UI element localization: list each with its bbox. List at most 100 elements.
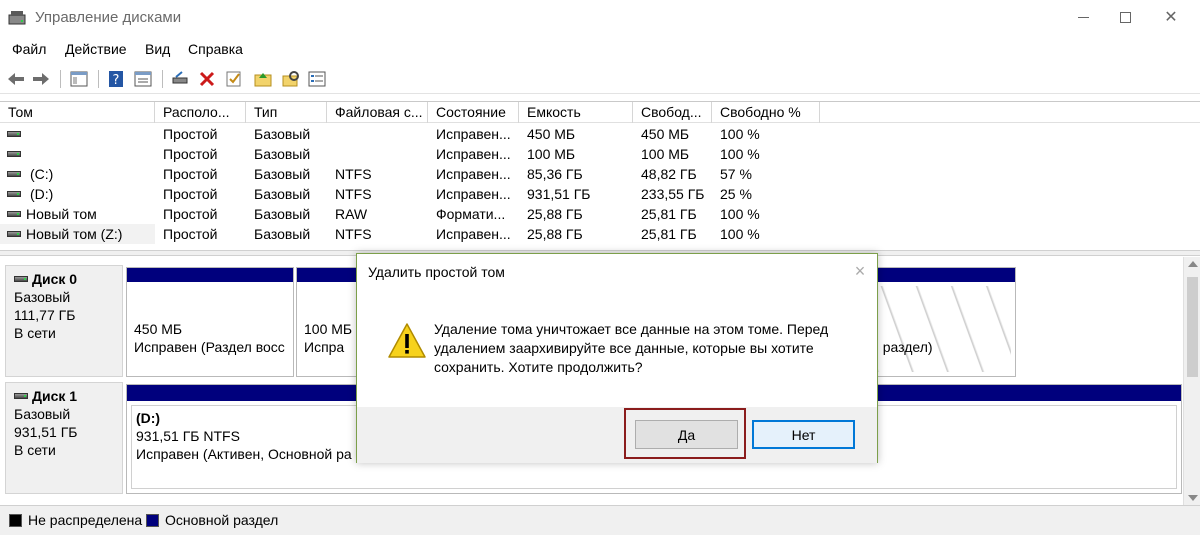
table-row[interactable]: Простой Базовый Исправен... 100 МБ 100 М…	[0, 144, 1200, 164]
forward-arrow-icon[interactable]	[31, 69, 51, 89]
cell-free: 25,81 ГБ	[641, 226, 697, 242]
cell-capacity: 450 МБ	[527, 126, 576, 142]
disk-1-size: 931,51 ГБ	[14, 424, 78, 440]
cell-filesystem	[327, 144, 428, 164]
col-filesystem[interactable]: Файловая с...	[327, 102, 428, 123]
message-line: Удаление тома уничтожает все данные на э…	[434, 321, 829, 337]
message-line: сохранить. Хотите продолжить?	[434, 359, 643, 375]
search-folder-icon[interactable]	[281, 69, 301, 89]
menu-action[interactable]: Действие	[65, 41, 127, 57]
cell-volume	[0, 124, 155, 144]
cell-type: Базовый	[254, 186, 311, 202]
volume-icon	[7, 211, 21, 217]
cell-free-percent: 100 %	[720, 206, 760, 222]
cell-filesystem: NTFS	[335, 186, 372, 202]
no-button[interactable]: Нет	[752, 420, 855, 449]
close-icon: ✕	[1164, 9, 1178, 26]
disk-0-name: Диск 0	[32, 271, 78, 287]
col-capacity[interactable]: Емкость	[519, 102, 633, 123]
cell-capacity: 25,88 ГБ	[527, 226, 583, 242]
col-free-percent[interactable]: Свободно %	[712, 102, 820, 123]
warning-icon	[388, 323, 426, 358]
cell-capacity: 100 МБ	[527, 146, 576, 162]
dialog-message: Удаление тома уничтожает все данные на э…	[434, 320, 854, 377]
col-type[interactable]: Тип	[246, 102, 327, 123]
delete-volume-dialog: Удалить простой том × Удаление тома унич…	[356, 253, 878, 463]
cell-free-percent: 100 %	[720, 126, 760, 142]
check-icon[interactable]	[224, 69, 244, 89]
volume-list-header: Том Располо... Тип Файловая с... Состоян…	[0, 101, 1200, 123]
menu-view[interactable]: Вид	[145, 41, 170, 57]
cell-volume: (C:)	[30, 166, 54, 182]
disk-icon	[14, 276, 28, 282]
dialog-close-icon[interactable]: ×	[851, 262, 869, 280]
scroll-thumb[interactable]	[1187, 277, 1198, 377]
cell-volume	[0, 144, 155, 164]
disk-1-label[interactable]: Диск 1 Базовый 931,51 ГБ В сети	[5, 382, 123, 494]
vertical-scrollbar[interactable]	[1183, 257, 1200, 505]
window-title: Управление дисками	[35, 9, 182, 26]
console-tree-icon[interactable]	[69, 69, 89, 89]
toolbar: ?	[0, 64, 1200, 94]
properties-icon[interactable]	[133, 69, 153, 89]
volume-icon	[7, 131, 21, 137]
close-button[interactable]: ✕	[1148, 6, 1194, 30]
table-row[interactable]: (C:) Простой Базовый NTFS Исправен... 85…	[0, 164, 1200, 184]
partition-size: 450 МБ	[134, 321, 183, 337]
cell-status: Исправен...	[436, 126, 511, 142]
minimize-button[interactable]	[1060, 6, 1106, 30]
col-status[interactable]: Состояние	[428, 102, 519, 123]
disk-0-type: Базовый	[14, 289, 71, 305]
legend-unallocated: Не распределена	[28, 512, 143, 528]
cell-type: Базовый	[254, 146, 311, 162]
cell-volume: (D:)	[30, 186, 54, 202]
cell-status: Исправен...	[436, 186, 511, 202]
cell-layout: Простой	[163, 226, 218, 242]
cell-free-percent: 25 %	[720, 186, 752, 202]
delete-icon[interactable]	[197, 69, 217, 89]
help-icon[interactable]: ?	[106, 69, 126, 89]
legend-primary: Основной раздел	[165, 512, 279, 528]
cell-volume: Новый том (Z:)	[0, 224, 155, 244]
disk-1-status: В сети	[14, 442, 56, 458]
back-arrow-icon[interactable]	[6, 69, 26, 89]
disk-0-label[interactable]: Диск 0 Базовый 111,77 ГБ В сети	[5, 265, 123, 377]
cell-capacity: 931,51 ГБ	[527, 186, 591, 202]
volume-icon	[7, 191, 21, 197]
cell-filesystem: RAW	[335, 206, 368, 222]
cell-free-percent: 100 %	[720, 146, 760, 162]
col-layout[interactable]: Располо...	[155, 102, 246, 123]
col-volume[interactable]: Том	[0, 102, 155, 123]
disk-1-name: Диск 1	[32, 388, 78, 404]
minimize-icon	[1077, 17, 1089, 18]
disk-icon	[14, 393, 28, 399]
folder-up-icon[interactable]	[253, 69, 273, 89]
disk-management-app-icon	[8, 11, 26, 25]
table-row[interactable]: Простой Базовый Исправен... 450 МБ 450 М…	[0, 124, 1200, 144]
yes-button-highlight	[624, 408, 746, 459]
menu-help[interactable]: Справка	[188, 41, 243, 57]
cell-status: Формати...	[436, 206, 506, 222]
cell-volume: Новый том	[26, 206, 97, 222]
menu-file[interactable]: Файл	[12, 41, 46, 57]
cell-filesystem: NTFS	[335, 166, 372, 182]
scroll-up-icon[interactable]	[1188, 261, 1198, 267]
cell-filesystem	[327, 124, 428, 144]
scroll-down-icon[interactable]	[1188, 495, 1198, 501]
cell-free: 100 МБ	[641, 146, 690, 162]
maximize-button[interactable]	[1102, 6, 1148, 30]
cell-free: 233,55 ГБ	[641, 186, 705, 202]
connect-icon[interactable]	[170, 69, 190, 89]
col-free-space[interactable]: Свобод...	[633, 102, 712, 123]
disk-0-partition-1[interactable]: 450 МБ Исправен (Раздел восс	[126, 267, 294, 377]
table-row[interactable]: Новый том Простой Базовый RAW Формати...…	[0, 204, 1200, 224]
cell-free: 48,82 ГБ	[641, 166, 697, 182]
cell-capacity: 85,36 ГБ	[527, 166, 583, 182]
partition-status: Исправен (Раздел восс	[134, 339, 285, 355]
list-icon[interactable]	[307, 69, 327, 89]
cell-type: Базовый	[254, 126, 311, 142]
cell-free-percent: 100 %	[720, 226, 760, 242]
table-row[interactable]: (D:) Простой Базовый NTFS Исправен... 93…	[0, 184, 1200, 204]
table-row[interactable]: Новый том (Z:) Простой Базовый NTFS Испр…	[0, 224, 1200, 244]
volume-icon	[7, 171, 21, 177]
